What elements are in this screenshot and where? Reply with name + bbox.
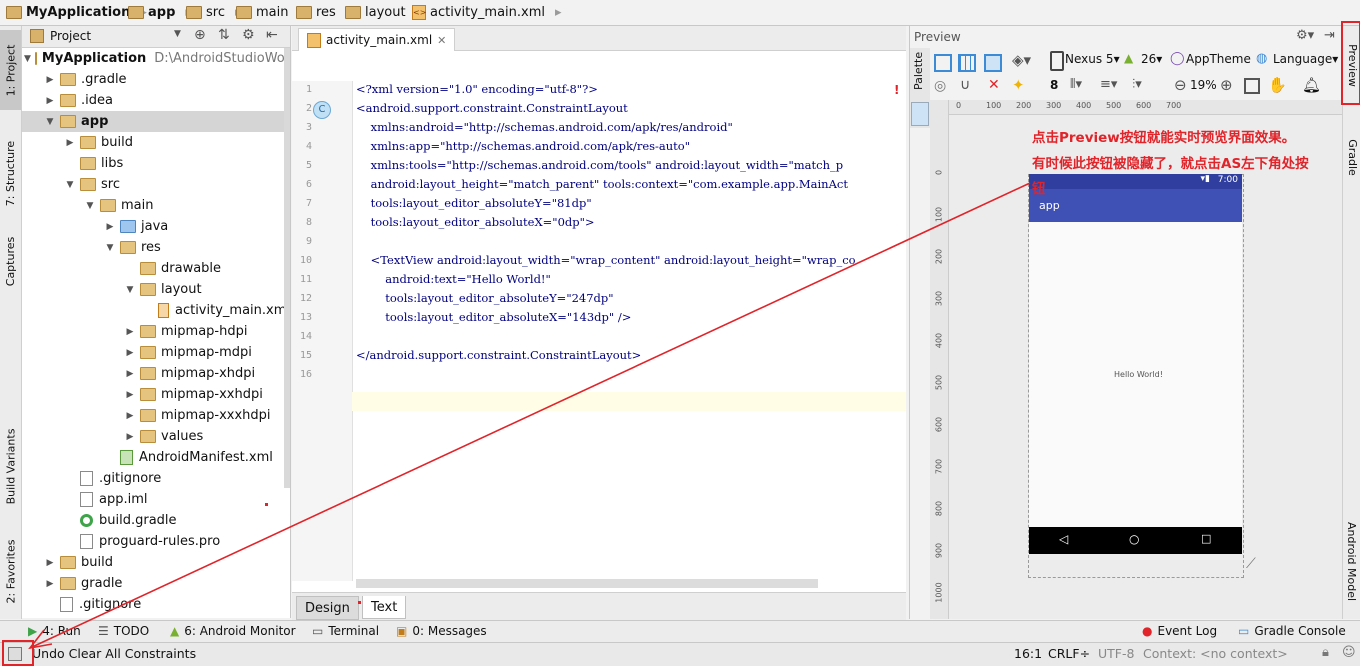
annotation-arrow [28,182,1031,650]
